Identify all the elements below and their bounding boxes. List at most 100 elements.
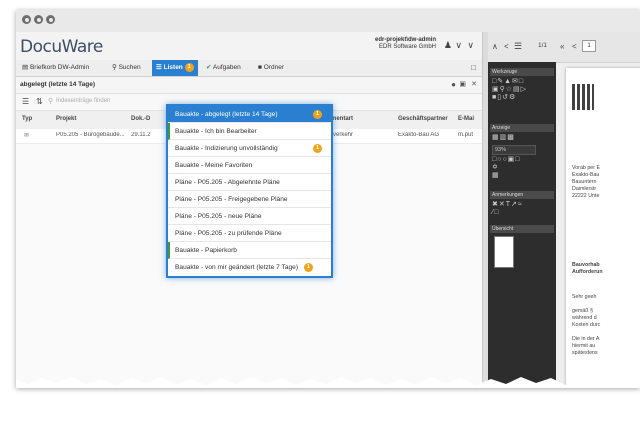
listen-count-badge: 1 [184, 62, 194, 72]
list-header: abgelegt (letzte 14 Tage) ● ▣ ✕ [16, 77, 482, 94]
tab-listen[interactable]: ☰ Listen 1 [152, 60, 198, 76]
cell-projekt: P05.205 - Bürogebäude... [56, 132, 125, 138]
section-anzeige[interactable]: Anzeige [490, 124, 554, 132]
doc-text-line: Bauuntern [572, 179, 597, 185]
tab-label: Briefkorb DW-Admin [29, 64, 90, 71]
doc-text-line: 22222 Unte [572, 193, 600, 199]
column-header[interactable]: E-Mai [458, 116, 474, 122]
email-icon: ✉ [24, 133, 30, 139]
tab-ordner[interactable]: ■ Ordner [254, 60, 288, 76]
page-view-icons[interactable]: □○○▣□ ✡ ▦ [492, 156, 521, 180]
list-option[interactable]: Pläne - P05.205 - Abgelehnte Pläne [168, 174, 331, 191]
section-werkzeuge[interactable]: Werkzeuge [490, 68, 554, 76]
viewer-nav-bar: ∧ < ☰ 1/1 [488, 32, 556, 62]
option-label: Bauakte - Papierkorb [175, 247, 237, 254]
window-toggle-icon[interactable]: □ [471, 63, 476, 72]
list-option[interactable]: Bauakte - Papierkorb [168, 242, 331, 259]
section-anmerkungen[interactable]: Anmerkungen [490, 191, 554, 199]
count-badge: 1 [313, 110, 322, 119]
viewer-tool-panel: ∧ < ☰ 1/1 Werkzeuge □✎▲✉□ ▣⚲☆▤▷ ■▯↺⚙ Anz… [488, 32, 556, 388]
option-label: Bauakte - abgelegt (letzte 14 Tage) [175, 111, 278, 118]
option-label: Bauakte - Indizierung unvollständig [175, 145, 278, 152]
column-header[interactable]: Typ [22, 116, 32, 122]
status-dot-icon: ● [451, 80, 456, 89]
folder-icon: ■ [258, 64, 262, 71]
chevron-left-icon[interactable]: < [572, 42, 577, 51]
chevron-up-icon[interactable]: ∧ [492, 42, 498, 51]
tab-label: Listen [163, 64, 183, 71]
list-option[interactable]: Bauakte - von mir geändert (letzte 7 Tag… [168, 259, 331, 276]
double-chevron-left-icon[interactable]: « [560, 42, 564, 51]
doc-text-line: spätestens [572, 350, 598, 356]
main-tabs: ▤ Briefkorb DW-Admin ⚲ Suchen ☰ Listen 1… [16, 60, 482, 77]
column-header[interactable]: Geschäftspartner [398, 116, 448, 122]
title-bar [16, 10, 640, 33]
cell-email: m.put [458, 132, 474, 138]
user-icon[interactable]: ♟ [444, 40, 452, 51]
docuware-logo: DocuWare [20, 37, 103, 57]
column-header[interactable]: Projekt [56, 116, 76, 122]
cell-datum: 29.11.2 [131, 132, 151, 138]
viewer-toolbar: « < 1 [556, 32, 640, 63]
tab-suchen[interactable]: ⚲ Suchen [108, 60, 145, 76]
user-account: edr-projekt\dw-admin [374, 37, 436, 43]
page-thumbnail[interactable] [494, 236, 514, 268]
option-label: Pläne - P05.205 - Freigegebene Pläne [175, 196, 288, 203]
app-header: DocuWare edr-projekt\dw-admin EDR Softwa… [16, 32, 482, 60]
doc-text-line: gemäß § [572, 308, 593, 314]
doc-text-line: Bauvorhab [572, 262, 600, 268]
list-option[interactable]: Pläne - P05.205 - zu prüfende Pläne [168, 225, 331, 242]
list-option[interactable]: Bauakte - Meine Favoriten [168, 157, 331, 174]
columns-icon[interactable]: ☰ [22, 97, 29, 106]
chevron-down-icon[interactable]: ∨ [455, 40, 462, 51]
list-option[interactable]: Bauakte - Ich bin Bearbeiter [168, 123, 331, 140]
option-label: Bauakte - Meine Favoriten [175, 162, 253, 169]
application-window: DocuWare edr-projekt\dw-admin EDR Softwa… [16, 10, 640, 388]
tab-briefkorb[interactable]: ▤ Briefkorb DW-Admin [18, 60, 93, 76]
doc-text-line: Sehr geeh [572, 294, 597, 300]
doc-text-line: Exakto-Bau [572, 172, 600, 178]
annotation-icons[interactable]: ✖✕T↗≈ ⁄□ [492, 201, 523, 217]
count-badge: 1 [303, 262, 313, 272]
section-uebersicht[interactable]: Übersicht [490, 225, 554, 233]
view-icons[interactable]: ▦▥▩ [492, 134, 515, 142]
list-selector-dropdown: Bauakte - abgelegt (letzte 14 Tage) 1 Ba… [166, 104, 333, 278]
doc-text-line: Kosten durc [572, 322, 601, 328]
close-window-icon[interactable] [22, 15, 31, 24]
page-indicator: 1/1 [538, 42, 548, 49]
tray-icon: ▤ [22, 64, 29, 71]
chevron-down-icon[interactable]: ∨ [467, 40, 474, 51]
doc-text-line: Vorab per E [572, 165, 600, 171]
zoom-select[interactable]: 93% [492, 145, 536, 155]
cell-partner: Exakto-Bau AG [398, 132, 440, 138]
option-label: Pläne - P05.205 - neue Pläne [175, 213, 262, 220]
page-number-input[interactable]: 1 [582, 40, 596, 52]
column-header[interactable]: Dok.-D [131, 116, 150, 122]
list-title: abgelegt (letzte 14 Tage) [20, 81, 96, 88]
docuware-client: DocuWare edr-projekt\dw-admin EDR Softwa… [16, 32, 482, 388]
list-option[interactable]: Pläne - P05.205 - Freigegebene Pläne [168, 191, 331, 208]
minimize-window-icon[interactable] [34, 15, 43, 24]
doc-text-line: während d [572, 315, 597, 321]
search-icon: ⚲ [112, 64, 117, 71]
chevron-left-icon[interactable]: < [504, 42, 509, 51]
list-option[interactable]: Pläne - P05.205 - neue Pläne [168, 208, 331, 225]
tab-aufgaben[interactable]: ✔ Aufgaben [202, 60, 245, 76]
list-option[interactable]: Bauakte - Indizierung unvollständig 1 [168, 140, 331, 157]
sort-icon[interactable]: ⇅ [36, 97, 43, 106]
tool-icons[interactable]: □✎▲✉□ ▣⚲☆▤▷ ■▯↺⚙ [492, 78, 527, 102]
maximize-window-icon[interactable] [46, 15, 55, 24]
torn-edge [16, 377, 640, 388]
user-company: EDR Software GmbH [378, 44, 436, 50]
doc-text-line: Die in der A [572, 336, 600, 342]
user-info: edr-projekt\dw-admin EDR Software GmbH [375, 37, 436, 51]
close-icon[interactable]: ✕ [471, 80, 477, 88]
list-option[interactable]: Bauakte - abgelegt (letzte 14 Tage) 1 [168, 106, 331, 123]
qr-code [572, 84, 594, 110]
doc-text-line: hiermit au [572, 343, 596, 349]
window-icon[interactable]: ▣ [459, 80, 466, 88]
layers-icon[interactable]: ☰ [514, 41, 522, 52]
option-label: Bauakte - von mir geändert (letzte 7 Tag… [175, 264, 299, 271]
tab-label: Ordner [263, 64, 284, 71]
search-input[interactable]: Indexeinträge finden [56, 98, 110, 104]
